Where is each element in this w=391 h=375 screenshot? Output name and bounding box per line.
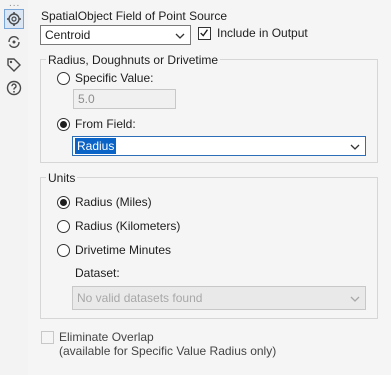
- eliminate-overlap-note: (available for Specific Value Radius onl…: [59, 344, 277, 358]
- checkmark-icon: [200, 29, 209, 37]
- specific-value-input[interactable]: 5.0: [73, 89, 176, 109]
- eliminate-overlap-label: Eliminate Overlap: [59, 330, 154, 344]
- dataset-label: Dataset:: [75, 266, 120, 280]
- from-field-dropdown[interactable]: Radius: [72, 136, 366, 156]
- units-option-drivetime-label: Drivetime Minutes: [75, 243, 172, 257]
- help-icon: [6, 80, 22, 96]
- units-option-miles-label: Radius (Miles): [75, 195, 152, 209]
- chevron-down-icon: [175, 33, 185, 39]
- chevron-down-icon: [350, 144, 360, 150]
- configuration-panel: SpatialObject Field of Point Source Cent…: [28, 0, 391, 375]
- tag-icon: [7, 58, 21, 72]
- specific-value-radio[interactable]: [57, 72, 70, 85]
- eliminate-overlap-checkbox[interactable]: [41, 331, 54, 344]
- from-field-value: Radius: [75, 138, 117, 154]
- help-tab-button[interactable]: [4, 78, 24, 98]
- chevron-down-icon: [350, 296, 360, 302]
- rotate-icon: [8, 35, 20, 49]
- source-field-value: Centroid: [45, 28, 91, 42]
- rail-dots: ...: [9, 0, 21, 9]
- specific-value-label: Specific Value:: [75, 71, 154, 85]
- units-option-miles-radio[interactable]: [57, 196, 70, 209]
- include-in-output-checkbox[interactable]: [198, 27, 211, 40]
- gear-icon: [7, 12, 21, 26]
- source-field-dropdown[interactable]: Centroid: [40, 25, 191, 45]
- from-field-label: From Field:: [75, 117, 136, 131]
- layout-tab-button[interactable]: [4, 32, 24, 52]
- include-in-output-label: Include in Output: [217, 26, 308, 40]
- dataset-value: No valid datasets found: [77, 291, 203, 305]
- radius-group-title: Radius, Doughnuts or Drivetime: [46, 53, 221, 67]
- left-toolbar-rail: ...: [0, 0, 29, 375]
- source-field-label: SpatialObject Field of Point Source: [41, 9, 228, 23]
- specific-value-text: 5.0: [78, 92, 95, 106]
- units-option-kilometers-label: Radius (Kilometers): [75, 219, 181, 233]
- annotation-tab-button[interactable]: [4, 55, 24, 75]
- units-option-kilometers-radio[interactable]: [57, 220, 70, 233]
- dataset-dropdown[interactable]: No valid datasets found: [72, 286, 366, 310]
- configuration-tab-button[interactable]: [4, 9, 24, 29]
- units-group-title: Units: [46, 171, 78, 185]
- from-field-radio[interactable]: [57, 118, 70, 131]
- units-option-drivetime-radio[interactable]: [57, 244, 70, 257]
